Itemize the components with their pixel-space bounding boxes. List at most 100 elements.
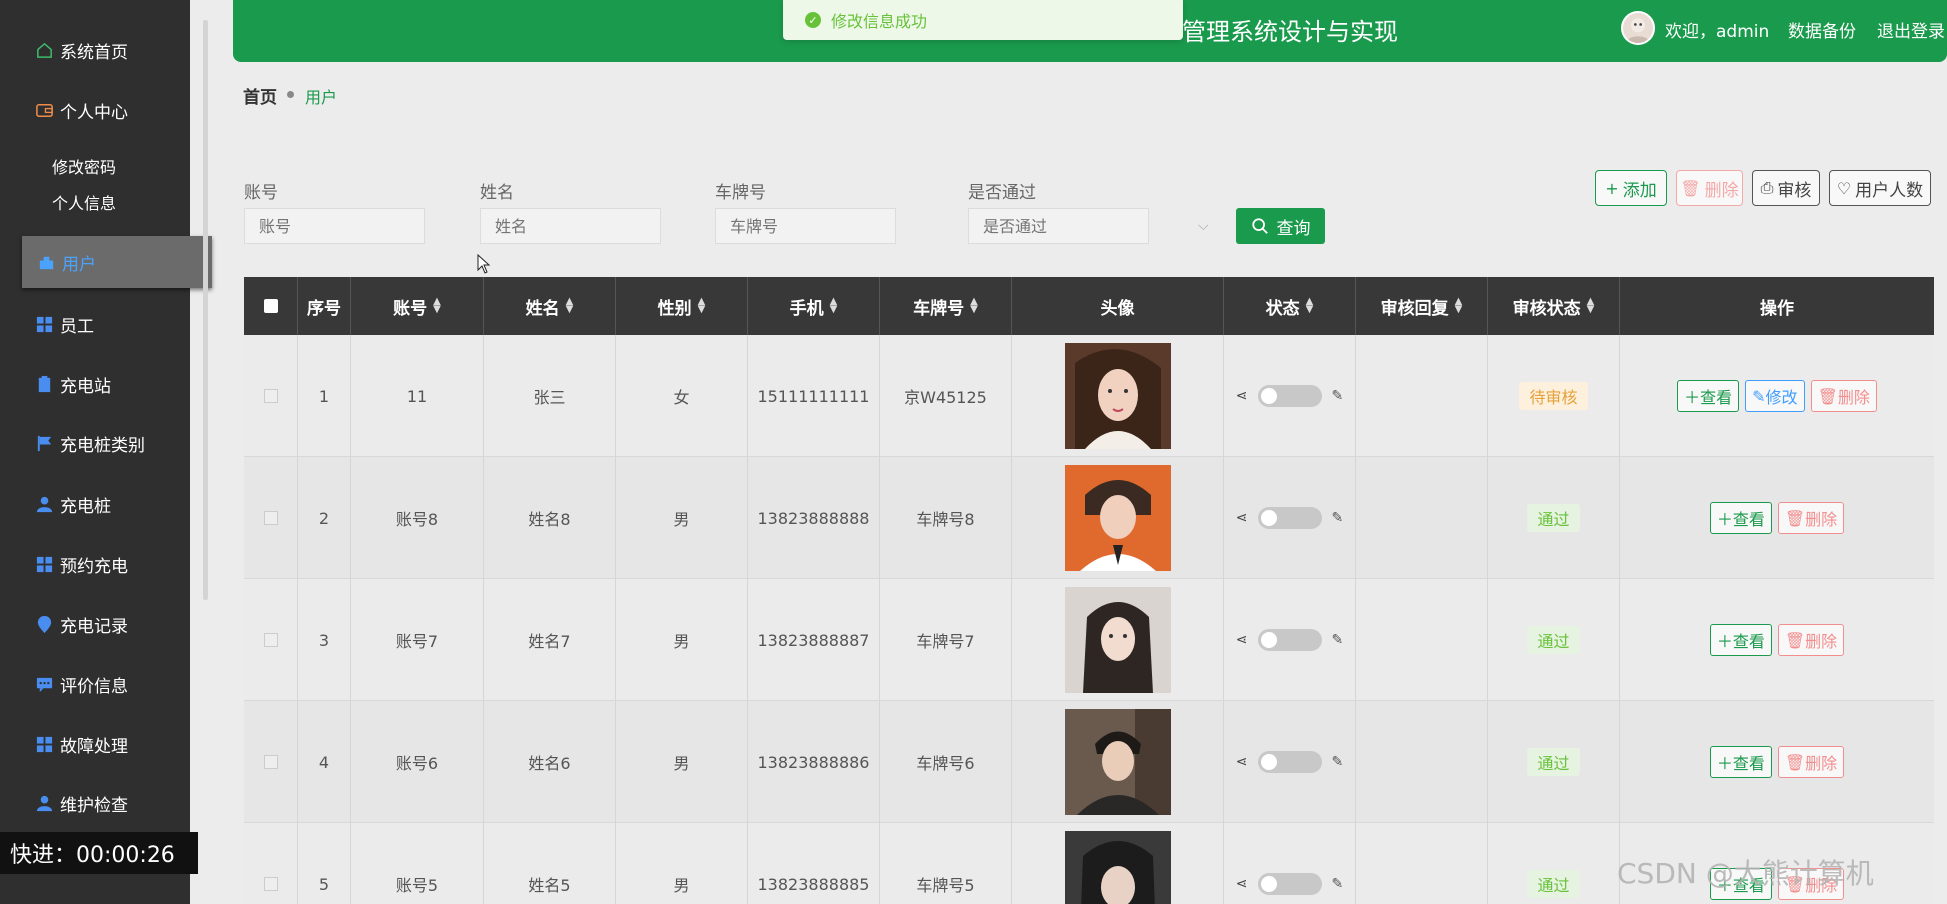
batch-delete-button[interactable]: 🗑 删除: [1676, 170, 1743, 206]
edit-button[interactable]: ✎ 修改: [1745, 380, 1805, 412]
cell-audit-status: 通过: [1488, 823, 1620, 904]
col-gender[interactable]: 性别 ▲ ▼: [616, 277, 748, 335]
user-count-button[interactable]: ♡ 用户人数: [1829, 170, 1931, 206]
sidebar-item-maintenance[interactable]: 维护检查: [0, 785, 190, 821]
logout-link[interactable]: 退出登录: [1877, 17, 1945, 42]
sort-icon[interactable]: ▲ ▼: [1587, 297, 1595, 315]
passed-select[interactable]: [968, 208, 1149, 244]
trash-icon: 🗑: [1784, 508, 1806, 528]
row-checkbox[interactable]: [263, 877, 278, 891]
add-button[interactable]: + 添加: [1595, 170, 1667, 206]
page-title: 管理系统设计与实现: [1182, 18, 1398, 46]
sort-icon[interactable]: ▲ ▼: [1306, 297, 1314, 315]
sidebar-item-personal-center[interactable]: 个人中心: [0, 92, 190, 128]
col-phone[interactable]: 手机 ▲ ▼: [748, 277, 880, 335]
user-photo[interactable]: [1064, 831, 1171, 904]
sort-icon[interactable]: ▲ ▼: [970, 297, 978, 315]
breadcrumb-home[interactable]: 首页: [243, 83, 277, 108]
row-checkbox[interactable]: [263, 755, 278, 769]
delete-button[interactable]: 🗑 删除: [1810, 380, 1877, 412]
table-row: 3 账号7 姓名7 男 13823888887 车牌号7 ⋖ ✎ 通过 ＋查看 🗑…: [244, 579, 1934, 701]
cell-phone: 15111111111: [748, 335, 880, 457]
edit-pencil-icon[interactable]: ✎: [1332, 754, 1344, 770]
edit-pencil-icon[interactable]: ✎: [1332, 388, 1344, 404]
breadcrumb-current: 用户: [305, 88, 338, 107]
sidebar-item-user[interactable]: 用户: [22, 236, 212, 288]
sidebar-sub-profile[interactable]: 个人信息: [52, 190, 116, 214]
delete-button[interactable]: 🗑 删除: [1777, 502, 1845, 534]
col-account[interactable]: 账号 ▲ ▼: [351, 277, 484, 335]
sort-icon[interactable]: ▲ ▼: [1455, 297, 1463, 315]
sort-icon[interactable]: ▲ ▼: [830, 297, 838, 315]
account-input[interactable]: [244, 208, 425, 244]
sort-icon[interactable]: ▲ ▼: [433, 297, 441, 315]
status-toggle[interactable]: [1257, 873, 1322, 895]
delete-button[interactable]: 🗑 删除: [1777, 746, 1845, 778]
sidebar-item-review[interactable]: 评价信息: [0, 666, 190, 702]
avatar[interactable]: [1621, 11, 1655, 45]
status-toggle[interactable]: [1257, 751, 1322, 773]
edit-pencil-icon[interactable]: ✎: [1332, 510, 1344, 526]
user-photo[interactable]: [1064, 465, 1171, 571]
select-all-checkbox[interactable]: [263, 299, 278, 313]
trash-icon: 🗑: [1680, 178, 1701, 198]
stamp-icon: ⎙: [1760, 178, 1774, 197]
audit-button[interactable]: ⎙ 审核: [1752, 170, 1820, 206]
status-toggle[interactable]: [1257, 507, 1322, 529]
row-checkbox[interactable]: [263, 511, 278, 525]
chevron-down-icon[interactable]: ⌵: [1198, 218, 1209, 234]
col-status[interactable]: 状态 ▲ ▼: [1224, 277, 1356, 335]
sidebar-item-staff[interactable]: 员工: [0, 306, 190, 342]
cell-account: 账号6: [351, 701, 484, 823]
cell-photo: [1012, 579, 1224, 701]
sort-icon[interactable]: ▲ ▼: [566, 297, 574, 315]
sidebar-item-fault[interactable]: 故障处理: [0, 726, 190, 762]
sidebar-item-charging-station[interactable]: 充电站: [0, 366, 190, 402]
cell-no: 3: [298, 579, 351, 701]
delete-button[interactable]: 🗑 删除: [1777, 624, 1845, 656]
sidebar-item-charging-pile[interactable]: 充电桩: [0, 486, 190, 522]
col-name[interactable]: 姓名 ▲ ▼: [484, 277, 616, 335]
user-photo[interactable]: [1064, 343, 1171, 449]
table-row: 2 账号8 姓名8 男 13823888888 车牌号8 ⋖ ✎ 通过 ＋查看 🗑…: [244, 457, 1934, 579]
view-button[interactable]: ＋查看: [1709, 624, 1772, 656]
share-icon: ⋖: [1235, 876, 1248, 892]
sidebar-item-home[interactable]: 系统首页: [0, 32, 190, 68]
share-icon: ⋖: [1235, 754, 1248, 770]
account-label: 账号: [244, 183, 278, 203]
view-button[interactable]: ＋查看: [1677, 380, 1740, 412]
edit-pencil-icon[interactable]: ✎: [1332, 632, 1344, 648]
user-photo[interactable]: [1064, 709, 1171, 815]
view-button[interactable]: ＋查看: [1709, 746, 1772, 778]
col-plate[interactable]: 车牌号 ▲ ▼: [880, 277, 1012, 335]
col-audit-status[interactable]: 审核状态 ▲ ▼: [1488, 277, 1620, 335]
row-checkbox[interactable]: [263, 389, 278, 403]
cell-status: ⋖ ✎: [1224, 579, 1356, 701]
name-input[interactable]: [480, 208, 661, 244]
status-toggle[interactable]: [1257, 629, 1322, 651]
cell-status: ⋖ ✎: [1224, 335, 1356, 457]
query-button[interactable]: 查询: [1236, 208, 1325, 244]
view-button[interactable]: ＋查看: [1709, 502, 1772, 534]
cell-plate: 京W45125: [880, 335, 1012, 457]
table-row: 4 账号6 姓名6 男 13823888886 车牌号6 ⋖ ✎ 通过 ＋查看 🗑…: [244, 701, 1934, 823]
cell-plate: 车牌号6: [880, 701, 1012, 823]
backup-link[interactable]: 数据备份: [1788, 17, 1856, 42]
sort-icon[interactable]: ▲ ▼: [698, 297, 706, 315]
sidebar-item-pile-category[interactable]: 充电桩类别: [0, 425, 190, 461]
cell-actions: ＋查看 🗑 删除: [1620, 457, 1934, 579]
sidebar-scrollbar[interactable]: [203, 20, 208, 600]
plate-input[interactable]: [715, 208, 896, 244]
sidebar-item-charging-record[interactable]: 充电记录: [0, 606, 190, 642]
sidebar-sub-change-password[interactable]: 修改密码: [52, 154, 116, 178]
col-audit-reply[interactable]: 审核回复 ▲ ▼: [1356, 277, 1488, 335]
edit-pencil-icon[interactable]: ✎: [1332, 876, 1344, 892]
sidebar-item-reservation[interactable]: 预约充电: [0, 546, 190, 582]
cell-phone: 13823888888: [748, 457, 880, 579]
chat-icon: [34, 674, 54, 694]
user-photo[interactable]: [1064, 587, 1171, 693]
plate-label: 车牌号: [715, 183, 766, 203]
plus-icon: +: [1605, 178, 1619, 198]
status-toggle[interactable]: [1257, 385, 1322, 407]
row-checkbox[interactable]: [263, 633, 278, 647]
